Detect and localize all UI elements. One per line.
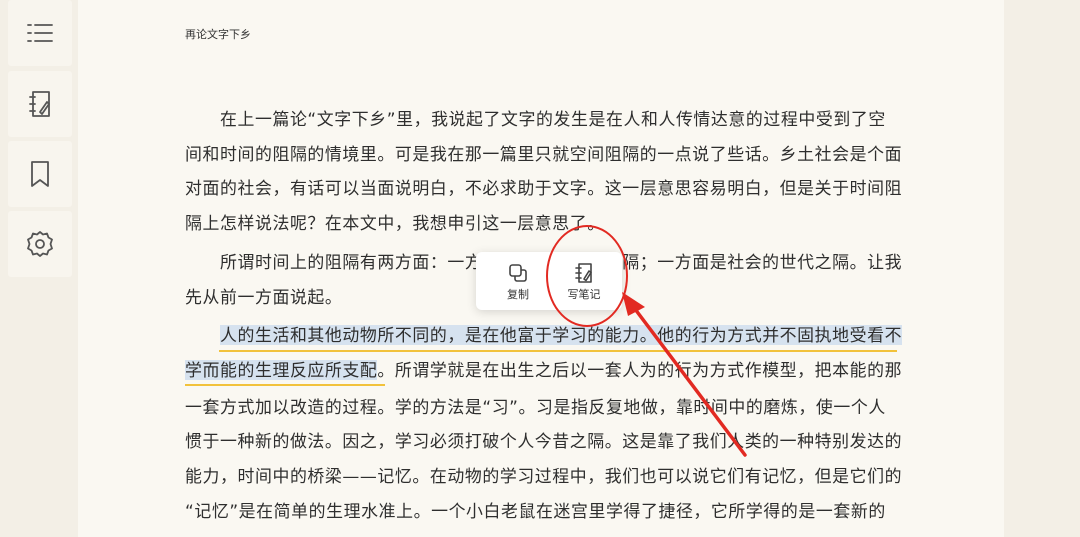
highlighted-text[interactable]: 学而能的生理反应所支配 bbox=[185, 360, 378, 380]
toc-button[interactable] bbox=[8, 0, 72, 66]
bookmark-button[interactable] bbox=[8, 141, 72, 207]
list-icon bbox=[27, 24, 53, 42]
text-rest: 。所谓学就是在出生之后以一套人为的行为方式作模型，把本能的那 bbox=[377, 360, 903, 380]
chapter-title: 再论文字下乡 bbox=[185, 28, 251, 41]
highlighted-line: 人的生活和其他动物所不同的，是在他富于学习的能力。他的行为方式并不固执地受看不 bbox=[185, 320, 903, 350]
text-line: 先从前一方面说起。 bbox=[185, 287, 343, 307]
notes-icon bbox=[29, 91, 50, 117]
text-line: 一套方式加以改造的过程。学的方法是“习”。习是指反复地做，靠时间中的磨炼，使一个… bbox=[185, 397, 886, 417]
gear-icon bbox=[27, 231, 53, 257]
highlighted-text[interactable]: 人的生活和其他动物所不同的，是在他富于学习的能力。他的行为方式并不固执地受看不 bbox=[219, 325, 903, 345]
annotation-circle bbox=[546, 225, 628, 327]
notes-button[interactable] bbox=[8, 71, 72, 137]
text-line: 在上一篇论“文字下乡”里，我说起了文字的发生是在人和人传情达意的过程中受到了空 bbox=[185, 109, 886, 129]
text-line: 对面的社会，有话可以当面说明白，不必求助于文字。这一层意思容易明白，但是关于时间… bbox=[185, 178, 903, 198]
copy-button[interactable]: 复制 bbox=[490, 260, 546, 306]
text-line: “记忆”是在简单的生理水准上。一个小白老鼠在迷宫里学得了捷径，它所学得的是一套新… bbox=[185, 501, 886, 521]
highlighted-line: 学而能的生理反应所支配。所谓学就是在出生之后以一套人为的行为方式作模型，把本能的… bbox=[185, 355, 902, 385]
bookmark-icon bbox=[31, 161, 49, 187]
text-line: 间和时间的阻隔的情境里。可是我在那一篇里只就空间阻隔的一点说了些话。乡土社会是个… bbox=[185, 144, 903, 164]
text-line: 惯于一种新的做法。因之，学习必须打破个人今昔之隔。这是靠了我们人类的一种特别发达… bbox=[185, 431, 903, 451]
copy-icon bbox=[509, 264, 527, 282]
copy-label: 复制 bbox=[507, 288, 529, 301]
text-line: 能力，时间中的桥梁——记忆。在动物的学习过程中，我们也可以说它们有记忆，但是它们… bbox=[185, 466, 903, 486]
text-line: 隔上怎样说法呢？在本文中，我想申引这一层意思了。 bbox=[185, 213, 605, 233]
underline-mark bbox=[219, 350, 897, 352]
settings-button[interactable] bbox=[8, 211, 72, 277]
underline-mark bbox=[185, 384, 385, 386]
